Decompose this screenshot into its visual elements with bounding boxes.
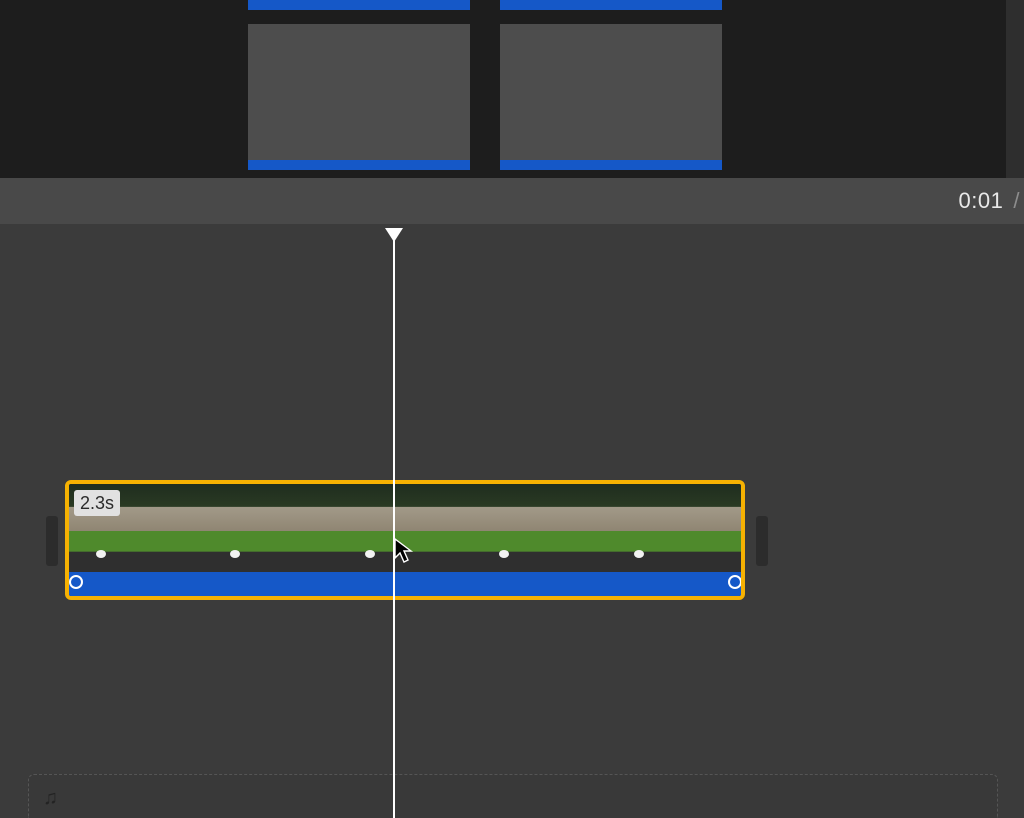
media-clip[interactable]: [500, 24, 722, 170]
timeline-clip-selected[interactable]: [65, 480, 745, 600]
audio-trim-handle-right[interactable]: [728, 575, 742, 589]
clip-audio-bar: [248, 0, 470, 10]
music-note-icon: ♫: [43, 787, 58, 810]
media-clip[interactable]: [248, 24, 470, 170]
clip-filmstrip: [69, 484, 741, 572]
clip-audio-lane[interactable]: [69, 572, 741, 596]
clip-frame: [607, 484, 741, 572]
media-browser: [0, 0, 1006, 178]
media-clip[interactable]: [248, 0, 470, 10]
clip-thumbnail: [248, 24, 470, 160]
playhead-marker[interactable]: [385, 228, 403, 242]
music-lane[interactable]: ♫: [28, 774, 998, 818]
clip-audio-bar: [248, 160, 470, 170]
clip-connector-left: [46, 516, 58, 566]
audio-trim-handle-left[interactable]: [69, 575, 83, 589]
clip-connector-right: [756, 516, 768, 566]
clip-thumbnail: [500, 24, 722, 160]
clip-audio-bar: [500, 160, 722, 170]
clip-frame: [203, 484, 337, 572]
clip-row: [248, 0, 722, 10]
clip-audio-bar: [500, 0, 722, 10]
media-clip[interactable]: [500, 0, 722, 10]
clip-grid: [248, 0, 722, 170]
timeline-toolbar: 0:01 /: [0, 178, 1024, 224]
current-time: 0:01: [959, 178, 1004, 224]
playhead-line[interactable]: [393, 238, 395, 818]
clip-frame: [338, 484, 472, 572]
clip-duration-badge: 2.3s: [74, 490, 120, 516]
clip-row: [248, 24, 722, 170]
time-separator: /: [1009, 178, 1024, 224]
playhead-time-readout: 0:01 /: [959, 178, 1024, 224]
clip-frame: [472, 484, 606, 572]
timeline[interactable]: 2.3s ♫: [0, 224, 1024, 818]
